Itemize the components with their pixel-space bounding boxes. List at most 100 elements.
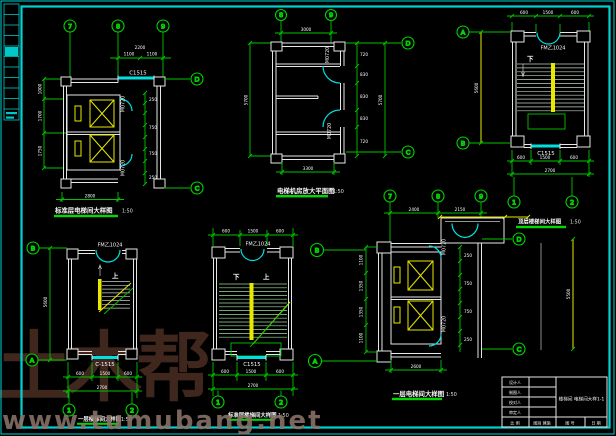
grid-bubble-b: B <box>27 242 39 254</box>
svg-text:600: 600 <box>276 369 284 374</box>
svg-text:2700: 2700 <box>97 385 108 390</box>
window-c1515: C-1515 <box>92 355 118 368</box>
door-tag: M0720 <box>442 239 448 255</box>
up-label: 上 <box>112 271 119 280</box>
grid-bubble-b: B <box>457 137 469 149</box>
stair-landing <box>528 114 565 129</box>
svg-text:600: 600 <box>124 371 132 376</box>
svg-text:600: 600 <box>517 155 525 160</box>
title-underline <box>276 195 328 197</box>
svg-text:600: 600 <box>570 155 578 160</box>
svg-text:9: 9 <box>329 11 333 19</box>
svg-text:A: A <box>313 357 318 365</box>
svg-text:C: C <box>517 345 522 353</box>
door-tag: M0720 <box>121 96 127 112</box>
view-title: 标准层电梯间大样图 <box>54 206 113 215</box>
titleblock-label: 比 例 <box>510 419 519 425</box>
titleblock-cell: 日 期 <box>591 419 600 425</box>
door-upper: M0720 <box>429 239 448 258</box>
svg-text:750: 750 <box>464 309 472 314</box>
grid-bubble-d: D <box>513 233 525 245</box>
svg-text:250: 250 <box>149 97 157 102</box>
title-underline <box>54 215 118 217</box>
elevator-car-upper <box>394 261 433 290</box>
svg-text:830: 830 <box>360 72 368 77</box>
svg-text:1350: 1350 <box>359 280 364 291</box>
svg-text:830: 830 <box>360 94 368 99</box>
svg-text:8: 8 <box>116 22 120 30</box>
svg-text:720: 720 <box>360 52 368 57</box>
titleblock-cell: 图别 建施 <box>533 419 550 425</box>
svg-text:600: 600 <box>222 229 230 234</box>
svg-text:720: 720 <box>360 139 368 144</box>
svg-text:1100: 1100 <box>359 254 364 265</box>
grid-bubble-a: A <box>457 26 469 38</box>
titleblock-label: 审定人 <box>509 409 521 415</box>
svg-text:1700: 1700 <box>38 110 43 121</box>
grid-bubble-c: C <box>191 182 203 194</box>
svg-text:2400: 2400 <box>409 207 420 212</box>
svg-text:8: 8 <box>436 192 440 200</box>
titleblock-label: 校对人 <box>509 399 521 405</box>
svg-text:2200: 2200 <box>135 45 146 50</box>
grid-bubble-9: 9 <box>475 190 487 202</box>
door-tag: M0720 <box>327 123 333 139</box>
grid-bubble-a: A <box>309 355 322 368</box>
view-stair-standard-floor: 600 1500 600 FM乙1024 下 上 <box>208 228 298 421</box>
view-scale: 1:50 <box>122 209 133 215</box>
svg-text:600: 600 <box>76 371 84 376</box>
dimension-chain-right: 720 830 830 830 720 5700 <box>355 41 387 158</box>
svg-text:C: C <box>406 148 411 156</box>
svg-text:600: 600 <box>221 369 229 374</box>
svg-text:9: 9 <box>161 22 165 30</box>
svg-text:5700: 5700 <box>378 94 383 105</box>
titleblock-drawing-name: 楼梯间 电梯间大样1-1 <box>559 396 605 403</box>
svg-text:1500: 1500 <box>543 10 554 15</box>
dimension-bottom: 2600 <box>385 360 447 373</box>
svg-text:3000: 3000 <box>301 27 312 32</box>
view-title: 一层电梯间大样图 <box>393 389 444 398</box>
door-tag: FM乙1024 <box>541 45 566 52</box>
watermark-site-url: www.tumubang.net <box>2 406 323 436</box>
svg-text:600: 600 <box>276 229 284 234</box>
view-title: 电梯机房放大平面图 <box>277 186 335 195</box>
drawing-canvas: 7 8 9 1100 1100 2200 <box>0 0 616 436</box>
view-machine-room: 8 9 3000 5700 <box>244 10 415 198</box>
svg-text:A: A <box>30 356 35 364</box>
grid-bubble-d: D <box>402 37 414 49</box>
view-scale: 1:50 <box>446 392 457 398</box>
grid-bubble-c: C <box>513 343 525 355</box>
down-label: 下 <box>233 273 240 281</box>
view-scale: 1:50 <box>333 189 344 195</box>
door-upper: M0720 <box>120 96 132 112</box>
door-tag: FM乙1024 <box>98 242 123 249</box>
svg-text:1500: 1500 <box>248 229 259 234</box>
svg-text:C: C <box>195 184 200 192</box>
svg-text:7: 7 <box>68 22 72 30</box>
svg-text:D: D <box>516 235 521 243</box>
signature-strip-filled-cell <box>5 47 18 56</box>
title-underline <box>516 226 566 228</box>
svg-text:5600: 5600 <box>43 296 48 307</box>
dimension-top: 600 1500 600 <box>507 10 594 32</box>
svg-text:830: 830 <box>360 116 368 121</box>
grid-bubble-8: 8 <box>112 20 124 32</box>
door-upper: M0720 <box>323 47 340 83</box>
dimension-chain-corridor: 250 750 750 250 <box>458 245 472 352</box>
svg-text:5700: 5700 <box>244 94 249 105</box>
dimension-bottom: 3300 <box>276 162 340 175</box>
plan-walls <box>61 77 165 188</box>
grid-bubble-7: 7 <box>64 20 76 32</box>
grid-bubble-2: 2 <box>566 196 578 208</box>
dimension-left: 1000 1700 1750 <box>38 77 68 170</box>
dimension-top: 3000 <box>275 27 337 35</box>
grid-bubble-b: B <box>311 244 324 257</box>
svg-text:D: D <box>194 75 199 83</box>
door-tag: M0720 <box>121 160 127 176</box>
svg-text:B: B <box>315 246 319 254</box>
grid-bubble-8: 8 <box>432 190 444 202</box>
svg-text:1350: 1350 <box>359 306 364 317</box>
stair-treads <box>517 64 584 111</box>
svg-text:2700: 2700 <box>545 168 556 173</box>
svg-text:1500: 1500 <box>100 371 111 376</box>
